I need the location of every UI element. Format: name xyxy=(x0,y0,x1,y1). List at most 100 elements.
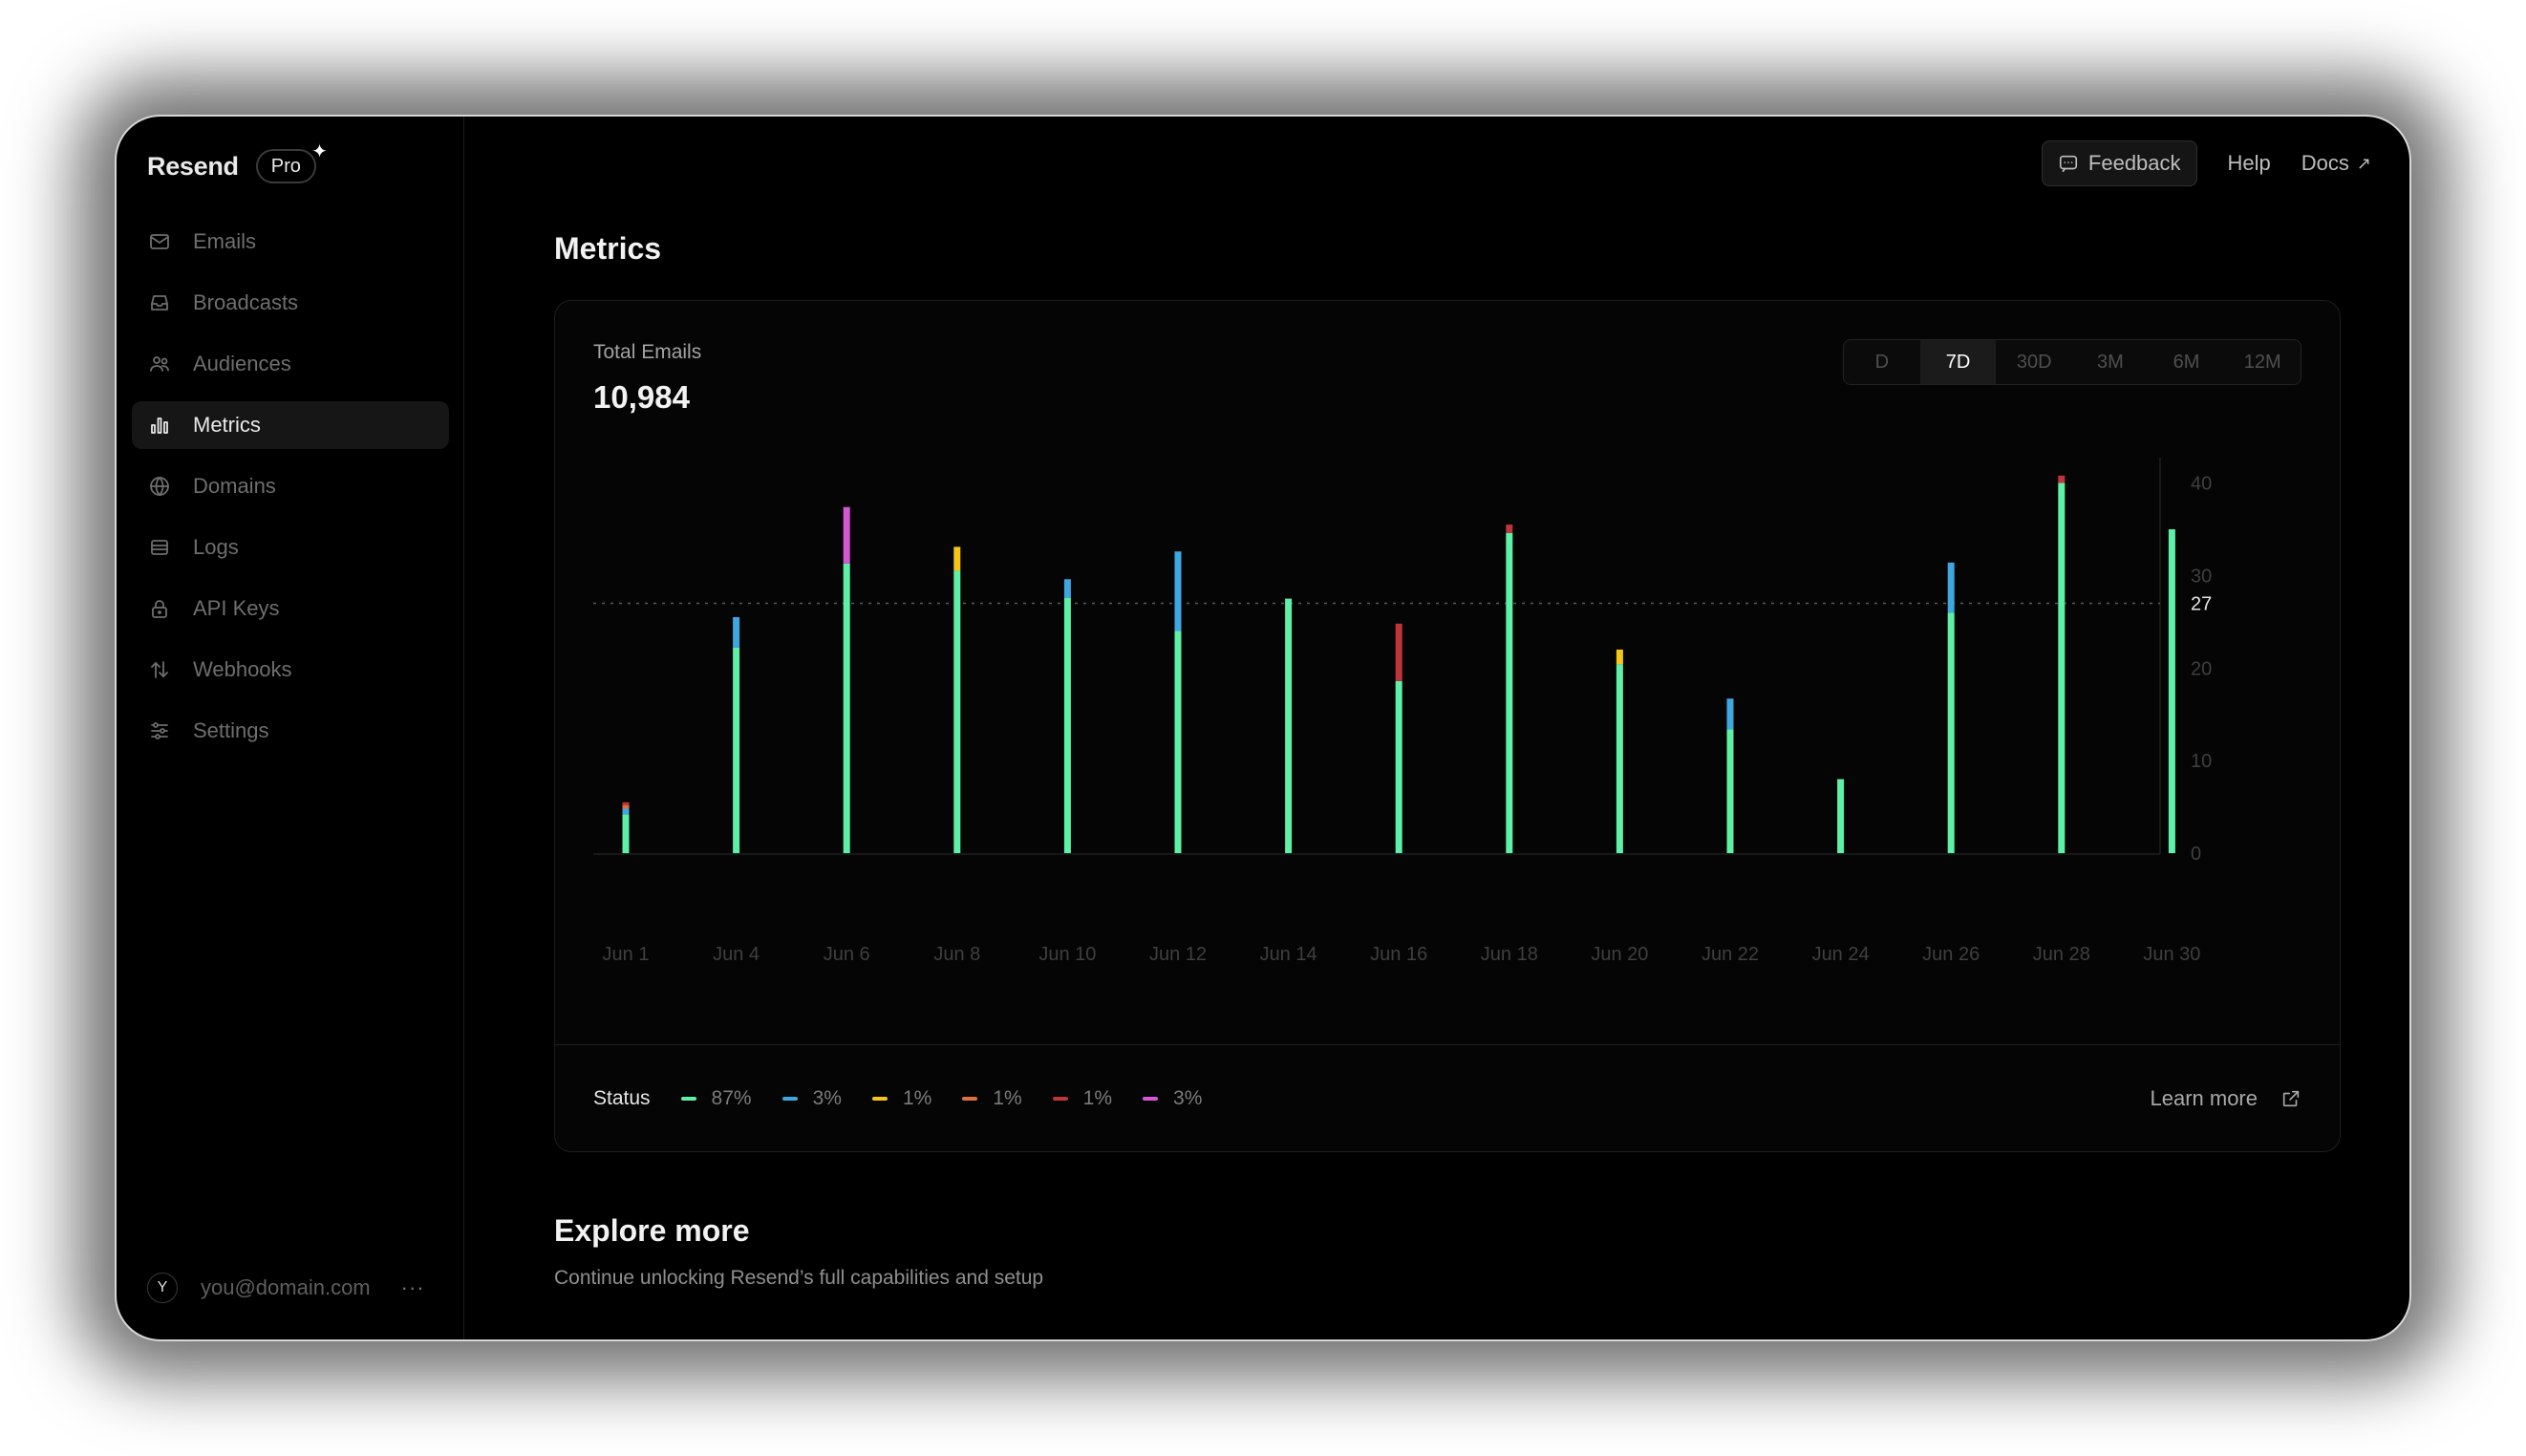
legend-swatch xyxy=(1143,1097,1159,1101)
sidebar-item-settings[interactable]: Settings xyxy=(132,707,449,755)
bar-segment xyxy=(1837,779,1845,853)
legend-item-5: 3% xyxy=(1143,1087,1202,1110)
legend-percent: 3% xyxy=(812,1087,842,1109)
docs-link[interactable]: Docs ↗ xyxy=(2301,151,2371,176)
sidebar-item-label: API Keys xyxy=(193,596,280,620)
bar-segment xyxy=(622,808,630,815)
help-link[interactable]: Help xyxy=(2228,151,2271,176)
x-tick-label: Jun 22 xyxy=(1702,944,1759,965)
plan-badge: Pro ✦ xyxy=(255,141,328,183)
bar-segment xyxy=(2058,475,2066,483)
sidebar-item-label: Audiences xyxy=(193,352,291,375)
legend-item-0: 87% xyxy=(680,1087,752,1110)
sidebar-item-audiences[interactable]: Audiences xyxy=(132,340,449,388)
app-window: Resend Pro ✦ Emails Broadcasts Audiences… xyxy=(115,115,2411,1341)
app-name: Resend xyxy=(147,151,239,181)
x-tick-label: Jun 6 xyxy=(824,944,870,965)
logo[interactable]: Resend Pro ✦ xyxy=(147,141,328,185)
sidebar-item-logs[interactable]: Logs xyxy=(132,524,449,571)
users-icon xyxy=(147,352,172,376)
bar-segment xyxy=(622,802,630,805)
arrows-up-down-icon xyxy=(147,657,172,682)
sliders-icon xyxy=(147,718,172,743)
plan-badge-label: Pro xyxy=(270,155,301,177)
legend-swatch xyxy=(1052,1097,1068,1101)
sidebar-item-metrics[interactable]: Metrics xyxy=(132,401,449,449)
feedback-label: Feedback xyxy=(2087,151,2181,175)
sidebar-item-api-keys[interactable]: API Keys xyxy=(132,585,449,632)
x-tick-label: Jun 28 xyxy=(2033,944,2090,965)
legend-item-1: 3% xyxy=(781,1087,842,1110)
bar-segment xyxy=(1063,579,1071,598)
legend-percent: 1% xyxy=(993,1087,1022,1109)
bar-segment xyxy=(1726,698,1734,730)
sidebar-item-webhooks[interactable]: Webhooks xyxy=(132,646,449,694)
page-title: Metrics xyxy=(554,231,662,266)
explore-title: Explore more xyxy=(554,1213,750,1248)
bar-segment xyxy=(843,506,850,564)
learn-more-link[interactable]: Learn more xyxy=(2150,1084,2301,1113)
divider xyxy=(555,1044,2340,1045)
legend-swatch xyxy=(871,1097,888,1101)
avatar: Y xyxy=(147,1273,178,1303)
emails-chart: 0 10 20 30 40 27 Jun 1 Jun 4 Jun 6 Jun 8 Jun 10 Jun… xyxy=(593,458,2212,965)
sidebar-item-label: Settings xyxy=(193,718,269,742)
user-email: you@domain.com xyxy=(201,1275,371,1299)
external-arrow-icon: ↗ xyxy=(2356,153,2371,173)
legend-percent: 1% xyxy=(1082,1087,1113,1109)
docs-label: Docs xyxy=(2301,151,2349,175)
topbar: Feedback Help Docs ↗ xyxy=(2041,139,2371,187)
sidebar-item-label: Webhooks xyxy=(193,657,292,681)
sidebar-item-label: Metrics xyxy=(193,413,261,437)
x-tick-label: Jun 20 xyxy=(1591,944,1648,965)
mail-icon xyxy=(147,229,172,254)
bar-segment xyxy=(622,814,630,853)
x-tick-label: Jun 26 xyxy=(1922,944,1980,965)
bar-segment xyxy=(733,616,740,648)
x-tick-label: Jun 8 xyxy=(933,944,980,965)
legend-percent: 87% xyxy=(711,1087,752,1109)
y-tick-label: 0 xyxy=(2191,844,2201,865)
legend-swatch xyxy=(680,1097,696,1101)
bar-segment xyxy=(843,563,850,853)
learn-more-label: Learn more xyxy=(2150,1086,2258,1110)
explore-subtitle: Continue unlocking Resend’s full capabil… xyxy=(554,1267,1044,1289)
bar-segment xyxy=(1616,664,1623,853)
sidebar-item-broadcasts[interactable]: Broadcasts xyxy=(132,279,449,327)
chat-icon xyxy=(2059,155,2077,173)
x-tick-label: Jun 14 xyxy=(1260,944,1317,965)
bar-segment xyxy=(1395,623,1402,681)
legend-swatch xyxy=(781,1097,798,1101)
legend-percent: 3% xyxy=(1173,1087,1203,1109)
y-tick-label: 20 xyxy=(2191,658,2212,679)
bar-segment xyxy=(1174,631,1182,853)
bar-segment xyxy=(733,647,740,853)
bar-segment xyxy=(1947,612,1955,853)
y-tick-label: 30 xyxy=(2191,566,2212,587)
feedback-button[interactable]: Feedback xyxy=(2041,140,2197,186)
x-tick-label: Jun 24 xyxy=(1812,944,1870,965)
bar-segment xyxy=(622,804,630,809)
user-menu[interactable]: Y you@domain.com ··· xyxy=(147,1271,434,1305)
bar-segment xyxy=(1063,597,1071,853)
list-icon xyxy=(147,535,172,560)
metrics-card: Total Emails 10,984 D 7D 30D 3M 6M 12M 0… xyxy=(554,300,2341,1152)
legend-percent: 1% xyxy=(902,1087,932,1109)
x-tick-label: Jun 10 xyxy=(1038,944,1096,965)
sidebar: Resend Pro ✦ Emails Broadcasts Audiences… xyxy=(117,117,464,1339)
lock-icon xyxy=(147,596,172,621)
reference-line-label: 27 xyxy=(2191,593,2212,614)
more-icon[interactable]: ··· xyxy=(401,1275,425,1300)
external-link-icon xyxy=(2282,1090,2300,1107)
legend-swatch xyxy=(962,1097,978,1101)
sidebar-item-emails[interactable]: Emails xyxy=(132,218,449,266)
status-label: Status xyxy=(593,1087,651,1109)
bar-segment xyxy=(1285,598,1293,853)
inbox-icon xyxy=(147,290,172,315)
sidebar-item-label: Logs xyxy=(193,535,239,559)
bar-segment xyxy=(1726,729,1734,853)
sidebar-item-domains[interactable]: Domains xyxy=(132,462,449,510)
globe-icon xyxy=(147,474,172,499)
sidebar-item-label: Broadcasts xyxy=(193,290,299,314)
sidebar-item-label: Domains xyxy=(193,474,276,498)
